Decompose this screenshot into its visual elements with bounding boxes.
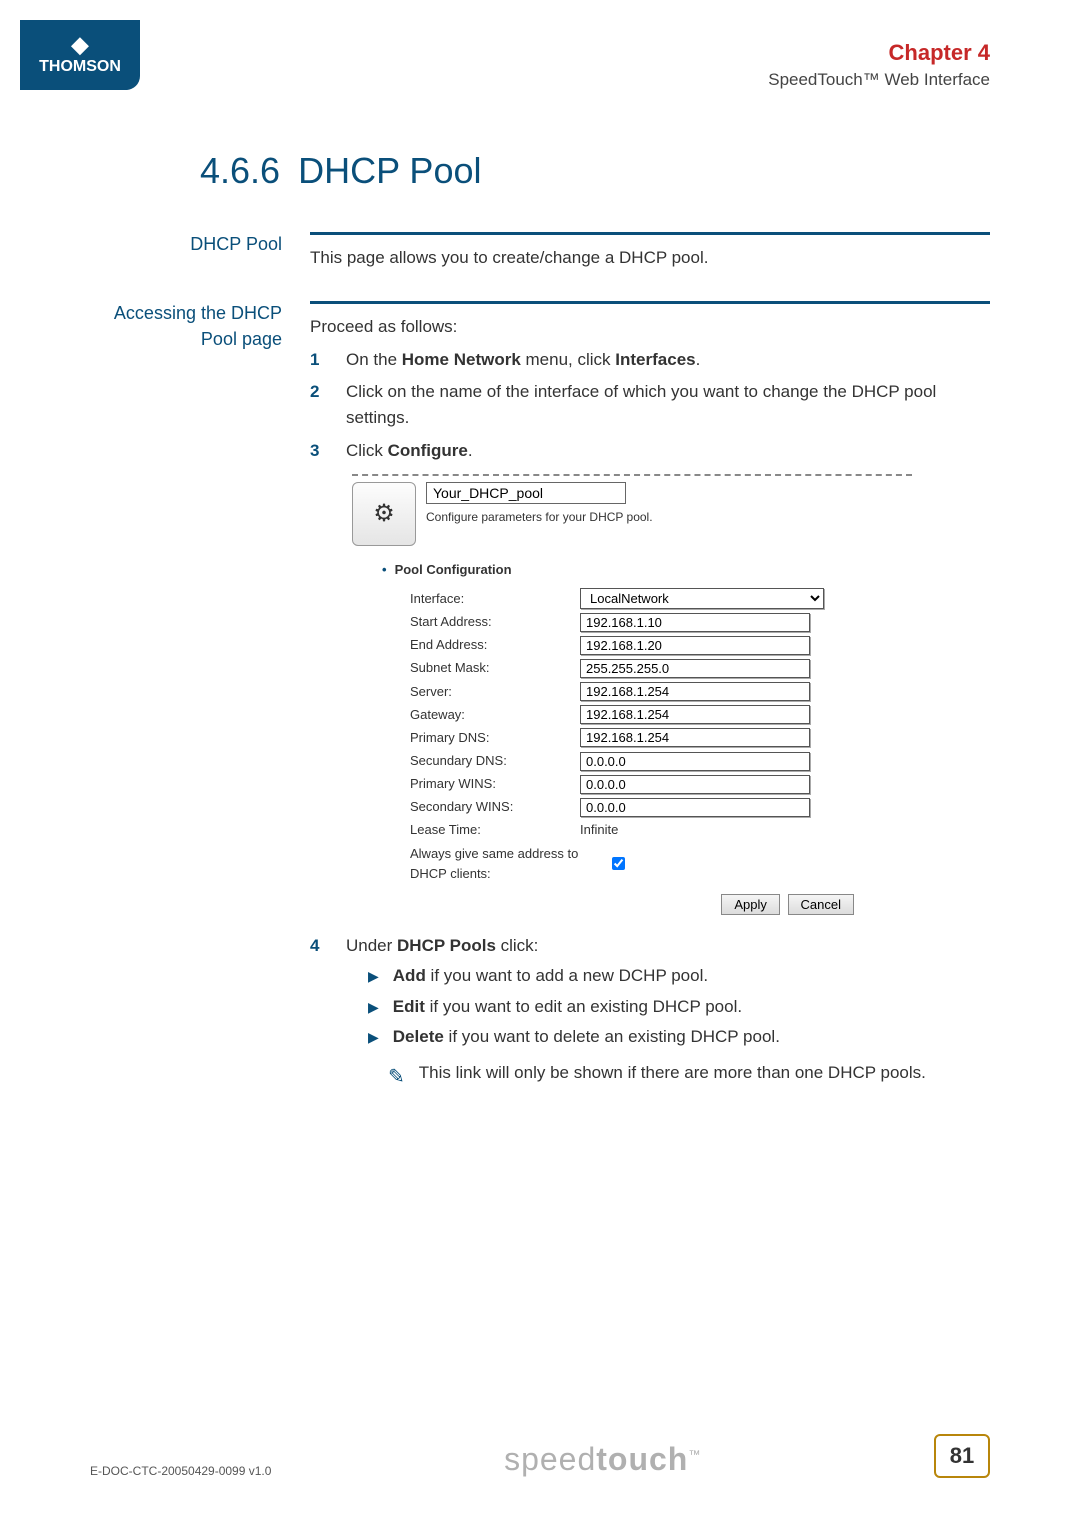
field-label: Server: xyxy=(410,682,580,702)
field-label: Subnet Mask: xyxy=(410,658,580,678)
field-primary-dns: Primary DNS: xyxy=(410,728,912,748)
page-footer: E-DOC-CTC-20050429-0099 v1.0 speedtouch™… xyxy=(0,1434,1080,1478)
page-header: ◆ THOMSON Chapter 4 SpeedTouch™ Web Inte… xyxy=(0,0,1080,90)
field-subnet-mask: Subnet Mask: xyxy=(410,658,912,678)
primary-dns-input[interactable] xyxy=(580,728,810,747)
button-row: Apply Cancel xyxy=(352,894,854,915)
pool-section-title: Pool Configuration xyxy=(382,560,912,580)
step-text: Click Configure. xyxy=(346,438,473,464)
bullet-add: ▶ Add if you want to add a new DCHP pool… xyxy=(368,963,926,989)
secondary-dns-input[interactable] xyxy=(580,752,810,771)
field-label: Always give same address to DHCP clients… xyxy=(410,844,610,884)
field-end-address: End Address: xyxy=(410,635,912,655)
start-address-input[interactable] xyxy=(580,613,810,632)
chapter-subtitle: SpeedTouch™ Web Interface xyxy=(768,70,990,90)
bullet-delete: ▶ Delete if you want to delete an existi… xyxy=(368,1024,926,1050)
field-gateway: Gateway: xyxy=(410,705,912,725)
primary-wins-input[interactable] xyxy=(580,775,810,794)
arrow-icon: ▶ xyxy=(368,1024,379,1050)
header-right: Chapter 4 SpeedTouch™ Web Interface xyxy=(768,20,990,90)
field-secondary-dns: Secundary DNS: xyxy=(410,751,912,771)
lease-time-value: Infinite xyxy=(580,820,618,840)
page-number: 81 xyxy=(934,1434,990,1478)
note-icon: ✎ xyxy=(388,1060,405,1093)
brand-logo: ◆ THOMSON xyxy=(20,20,140,90)
subnet-mask-input[interactable] xyxy=(580,659,810,678)
step-1: 1 On the Home Network menu, click Interf… xyxy=(310,347,990,373)
chapter-label: Chapter 4 xyxy=(768,40,990,66)
body-text: This page allows you to create/change a … xyxy=(310,232,990,271)
secondary-wins-input[interactable] xyxy=(580,798,810,817)
end-address-input[interactable] xyxy=(580,636,810,655)
field-label: Primary DNS: xyxy=(410,728,580,748)
step-number: 2 xyxy=(310,379,328,432)
brand-icon: ◆ xyxy=(72,34,89,56)
step-3: 3 Click Configure. xyxy=(310,438,990,464)
margin-label: Accessing the DHCP Pool page xyxy=(0,301,310,1093)
field-lease-time: Lease Time: Infinite xyxy=(410,820,912,840)
arrow-icon: ▶ xyxy=(368,963,379,989)
field-label: Lease Time: xyxy=(410,820,580,840)
field-label: Secundary DNS: xyxy=(410,751,580,771)
same-address-checkbox[interactable] xyxy=(612,857,625,870)
step-2: 2 Click on the name of the interface of … xyxy=(310,379,990,432)
field-label: Interface: xyxy=(410,589,580,609)
document-id: E-DOC-CTC-20050429-0099 v1.0 xyxy=(90,1464,271,1478)
footer-logo: speedtouch™ xyxy=(504,1441,701,1478)
server-input[interactable] xyxy=(580,682,810,701)
field-label: Primary WINS: xyxy=(410,774,580,794)
block-dhcp-pool-intro: DHCP Pool This page allows you to create… xyxy=(0,232,990,271)
step-number: 3 xyxy=(310,438,328,464)
bullet-edit: ▶ Edit if you want to edit an existing D… xyxy=(368,994,926,1020)
field-primary-wins: Primary WINS: xyxy=(410,774,912,794)
arrow-icon: ▶ xyxy=(368,994,379,1020)
field-same-address: Always give same address to DHCP clients… xyxy=(410,844,912,884)
apply-button[interactable]: Apply xyxy=(721,894,780,915)
pool-icon: ⚙ xyxy=(352,482,416,546)
body-col: Proceed as follows: 1 On the Home Networ… xyxy=(310,301,990,1093)
section-heading: 4.6.6 DHCP Pool xyxy=(200,150,1080,192)
pool-header: ⚙ Configure parameters for your DHCP poo… xyxy=(352,482,912,546)
pool-description: Configure parameters for your DHCP pool. xyxy=(426,508,912,527)
field-label: Gateway: xyxy=(410,705,580,725)
step-text: On the Home Network menu, click Interfac… xyxy=(346,347,700,373)
intro-text: Proceed as follows: xyxy=(310,314,990,340)
brand-name: THOMSON xyxy=(39,58,121,76)
interface-select[interactable]: LocalNetwork xyxy=(580,588,824,609)
section-number: 4.6.6 xyxy=(200,150,280,192)
gateway-input[interactable] xyxy=(580,705,810,724)
field-interface: Interface: LocalNetwork xyxy=(410,588,912,609)
section-title: DHCP Pool xyxy=(298,150,481,192)
step-text: Under DHCP Pools click: ▶ Add if you wan… xyxy=(346,933,926,1093)
margin-label: DHCP Pool xyxy=(0,232,310,271)
cancel-button[interactable]: Cancel xyxy=(788,894,854,915)
field-label: Start Address: xyxy=(410,612,580,632)
note-text: This link will only be shown if there ar… xyxy=(419,1060,926,1086)
field-secondary-wins: Secondary WINS: xyxy=(410,797,912,817)
pool-name-input[interactable] xyxy=(426,482,626,504)
note: ✎ This link will only be shown if there … xyxy=(388,1060,926,1093)
block-accessing: Accessing the DHCP Pool page Proceed as … xyxy=(0,301,990,1093)
pool-config-screenshot: ⚙ Configure parameters for your DHCP poo… xyxy=(352,474,912,915)
step-number: 4 xyxy=(310,933,328,1093)
field-start-address: Start Address: xyxy=(410,612,912,632)
step-4: 4 Under DHCP Pools click: ▶ Add if you w… xyxy=(310,933,990,1093)
step-number: 1 xyxy=(310,347,328,373)
field-label: Secondary WINS: xyxy=(410,797,580,817)
field-label: End Address: xyxy=(410,635,580,655)
step-text: Click on the name of the interface of wh… xyxy=(346,379,990,432)
field-server: Server: xyxy=(410,682,912,702)
